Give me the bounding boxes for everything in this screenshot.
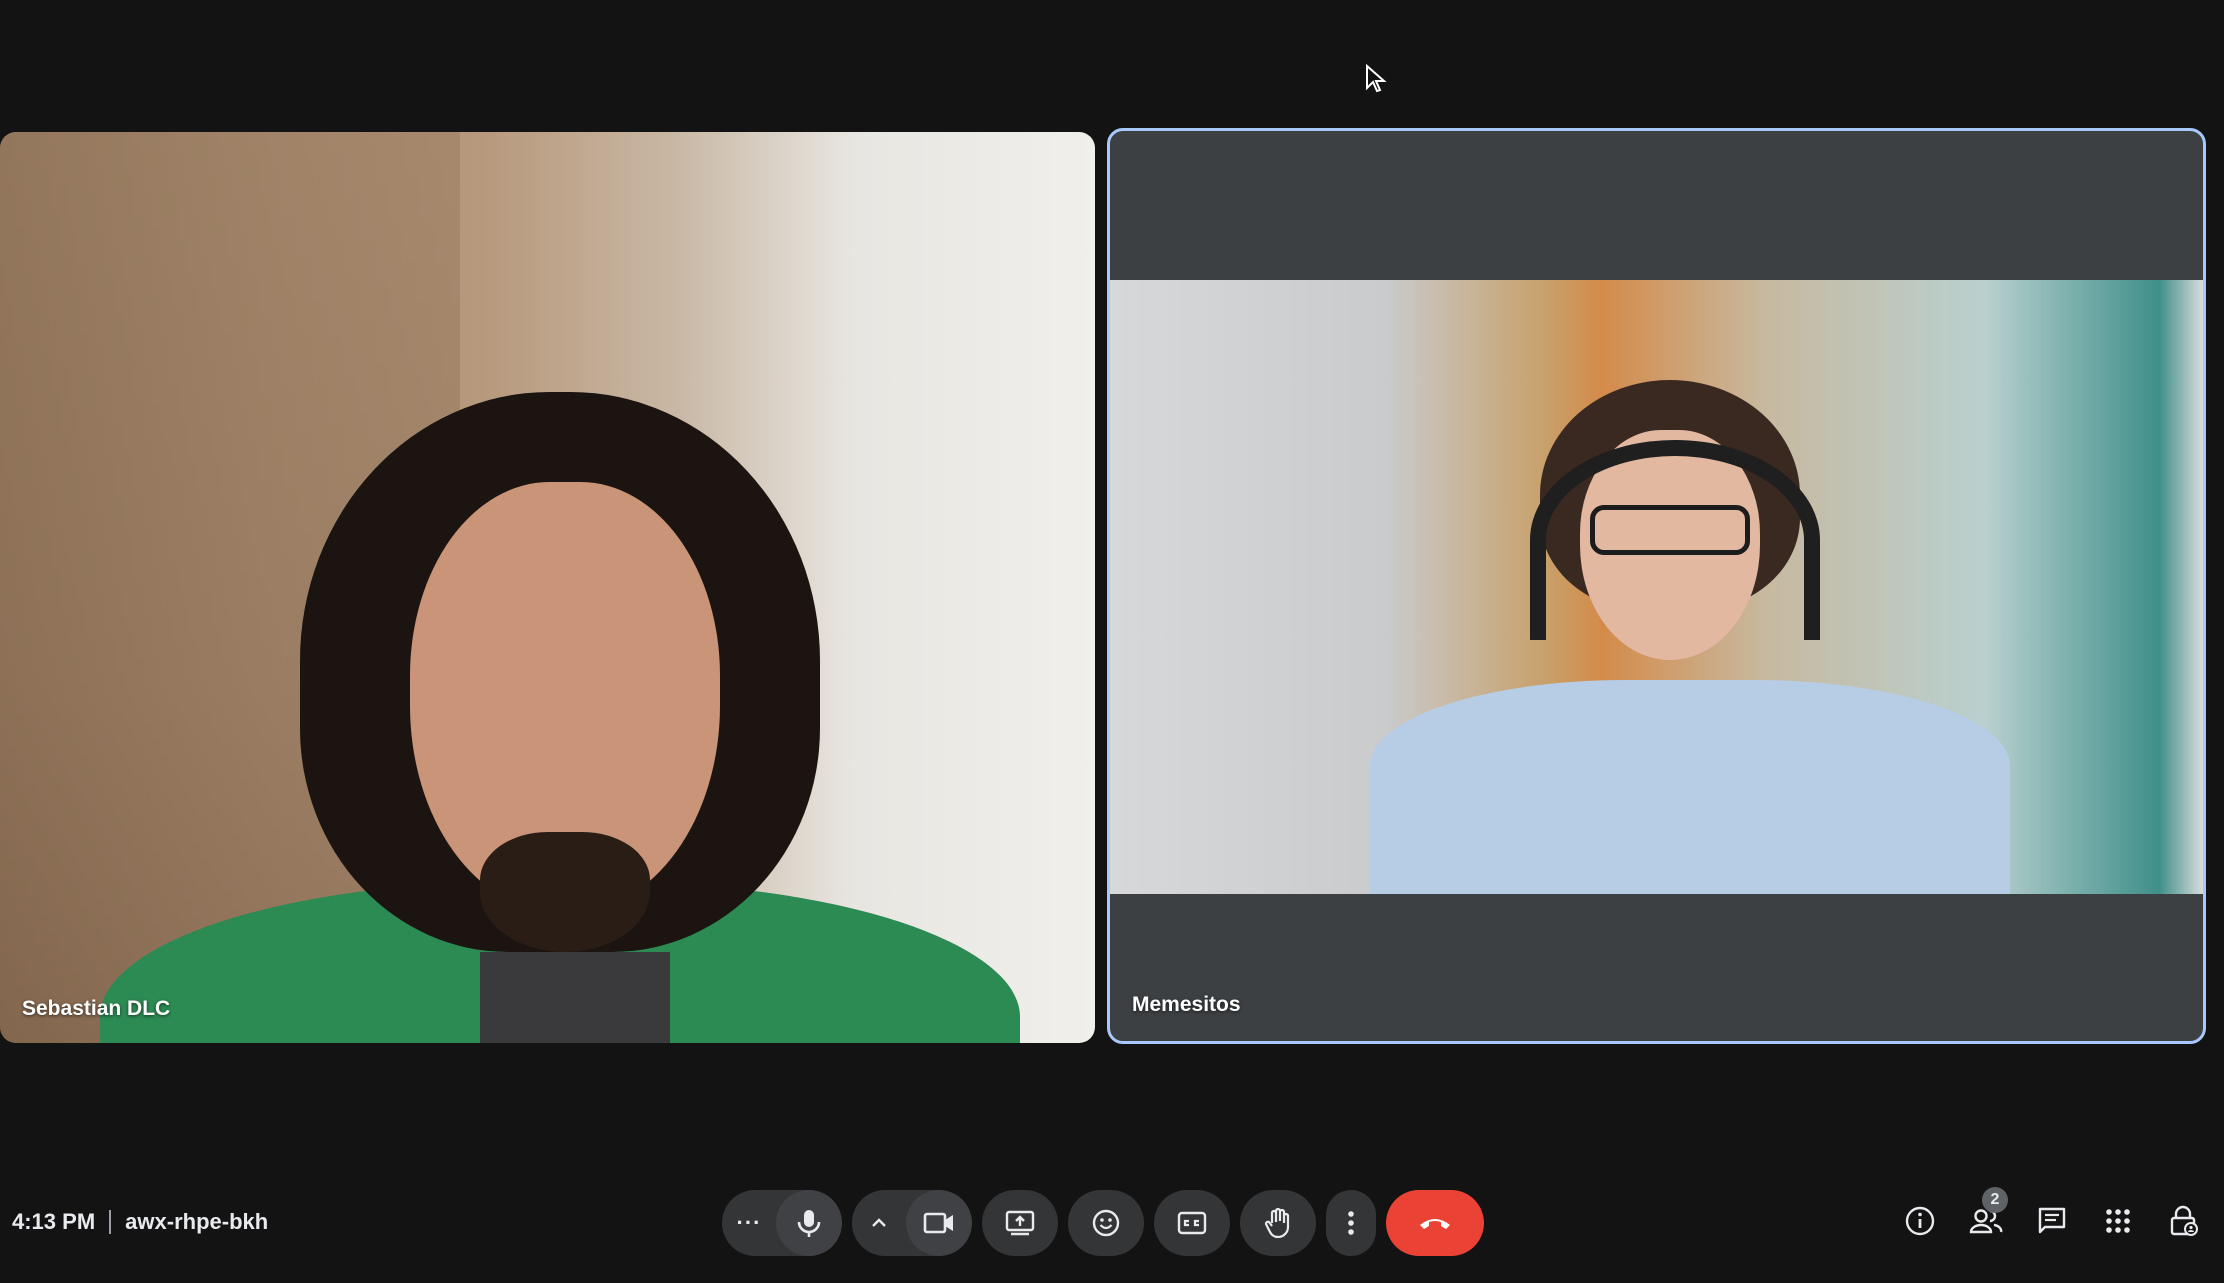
participant-video xyxy=(1110,280,2203,894)
participant-tile-sebastian[interactable]: Sebastian DLC xyxy=(0,132,1095,1043)
mouse-cursor-icon xyxy=(1365,64,1387,94)
lock-person-icon xyxy=(2169,1205,2199,1237)
mic-control-group: ··· xyxy=(722,1190,842,1256)
meeting-details: 4:13 PM awx-rhpe-bkh xyxy=(12,1209,268,1235)
bottom-control-bar: 4:13 PM awx-rhpe-bkh ··· 2 xyxy=(0,1175,2224,1271)
activities-button[interactable] xyxy=(2096,1193,2140,1249)
reactions-button[interactable] xyxy=(1068,1190,1144,1256)
more-vert-icon xyxy=(1347,1210,1355,1236)
audio-options-button[interactable]: ··· xyxy=(722,1190,776,1256)
more-horiz-label: ··· xyxy=(736,1210,762,1235)
meeting-details-button[interactable] xyxy=(1898,1193,1942,1249)
camera-button[interactable] xyxy=(906,1190,972,1256)
meet-call-screen: Sebastian DLC Memesitos 4:13 PM awx-rhpe… xyxy=(0,0,2224,1283)
people-button[interactable]: 2 xyxy=(1964,1187,2008,1249)
glasses-icon xyxy=(1590,505,1750,555)
video-person-shirt xyxy=(480,952,670,1043)
divider xyxy=(109,1210,112,1234)
video-options-button[interactable] xyxy=(852,1190,906,1256)
call-controls: ··· xyxy=(722,1190,1484,1256)
info-icon xyxy=(1904,1205,1936,1237)
raise-hand-button[interactable] xyxy=(1240,1190,1316,1256)
video-person-beard xyxy=(480,832,650,952)
emoji-icon xyxy=(1091,1208,1121,1238)
raise-hand-icon xyxy=(1264,1207,1292,1239)
leave-call-button[interactable] xyxy=(1386,1190,1484,1256)
camera-control-group xyxy=(852,1190,972,1256)
chat-button[interactable] xyxy=(2030,1193,2074,1249)
meeting-code[interactable]: awx-rhpe-bkh xyxy=(125,1209,268,1235)
present-screen-icon xyxy=(1005,1210,1035,1236)
mic-button[interactable] xyxy=(776,1190,842,1256)
host-controls-button[interactable] xyxy=(2162,1193,2206,1249)
video-person-body xyxy=(1370,680,2010,894)
captions-icon xyxy=(1177,1211,1207,1235)
meeting-time: 4:13 PM xyxy=(12,1209,96,1234)
chevron-up-icon xyxy=(871,1218,887,1228)
apps-grid-icon xyxy=(2105,1208,2131,1234)
captions-button[interactable] xyxy=(1154,1190,1230,1256)
chat-icon xyxy=(2037,1206,2067,1236)
side-panel-controls: 2 xyxy=(1898,1187,2206,1249)
mic-icon xyxy=(796,1208,822,1238)
camera-icon xyxy=(923,1211,955,1235)
participant-name: Sebastian DLC xyxy=(22,997,171,1020)
phone-end-icon xyxy=(1418,1215,1452,1231)
present-screen-button[interactable] xyxy=(982,1190,1058,1256)
participant-name: Memesitos xyxy=(1132,993,1241,1016)
participant-tile-memesitos[interactable]: Memesitos xyxy=(1107,128,2206,1044)
more-options-button[interactable] xyxy=(1326,1190,1376,1256)
people-count-badge: 2 xyxy=(1982,1187,2008,1213)
